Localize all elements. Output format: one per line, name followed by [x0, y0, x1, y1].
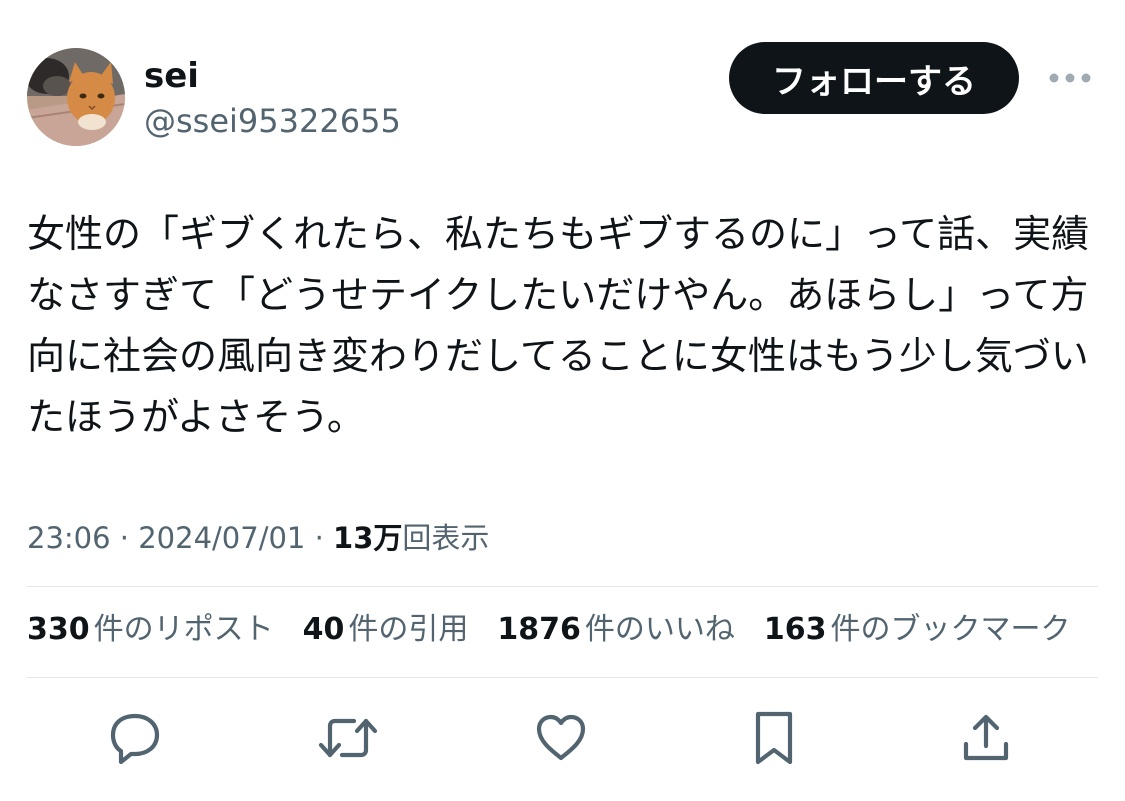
bookmark-button[interactable] — [736, 700, 812, 776]
likes-label: 件のいいね — [584, 612, 735, 647]
quotes-stat[interactable]: 40 件の引用 — [303, 610, 469, 650]
likes-count: 1876 — [497, 612, 581, 647]
share-button[interactable] — [948, 700, 1024, 776]
avatar-cat-image — [27, 48, 125, 146]
reposts-count: 330 — [27, 612, 90, 647]
engagement-stats: 330 件のリポスト 40 件の引用 1876 件のいいね 163 件のブックマーク — [27, 610, 1100, 650]
more-horizontal-icon — [1049, 73, 1091, 83]
follow-button[interactable]: フォローする — [729, 42, 1019, 114]
reply-bubble-icon — [110, 713, 160, 765]
retweet-icon — [318, 718, 378, 758]
tweet-date[interactable]: 2024/07/01 — [138, 521, 305, 555]
views-count: 13万 — [333, 521, 403, 555]
heart-icon — [536, 714, 586, 761]
bookmarks-label: 件のブックマーク — [830, 612, 1071, 647]
views-label: 回表示 — [402, 521, 490, 555]
meta-separator: · — [119, 521, 130, 555]
reposts-label: 件のリポスト — [93, 612, 274, 647]
user-handle[interactable]: @ssei95322655 — [144, 102, 401, 140]
divider — [27, 677, 1098, 678]
bookmarks-stat[interactable]: 163 件のブックマーク — [764, 610, 1071, 650]
reply-button[interactable] — [97, 700, 173, 776]
bookmarks-count: 163 — [763, 612, 827, 647]
bookmark-icon — [755, 711, 793, 765]
divider — [27, 586, 1098, 587]
display-name[interactable]: sei — [144, 56, 199, 96]
tweet-meta: 23:06 · 2024/07/01 · 13万回表示 — [27, 518, 489, 558]
avatar[interactable] — [27, 48, 125, 146]
quotes-count: 40 — [302, 612, 345, 647]
tweet-text: 女性の「ギブくれたら、私たちもギブするのに」って話、実績なさすぎて「どうせテイク… — [27, 212, 1090, 439]
meta-separator: · — [314, 521, 324, 555]
likes-stat[interactable]: 1876 件のいいね — [497, 610, 735, 650]
like-button[interactable] — [523, 700, 599, 776]
share-icon — [963, 714, 1009, 761]
repost-button[interactable] — [310, 700, 386, 776]
tweet-time[interactable]: 23:06 — [27, 521, 111, 555]
quotes-label: 件の引用 — [348, 612, 469, 647]
reposts-stat[interactable]: 330 件のリポスト — [27, 610, 274, 650]
more-options-button[interactable] — [1044, 58, 1096, 98]
